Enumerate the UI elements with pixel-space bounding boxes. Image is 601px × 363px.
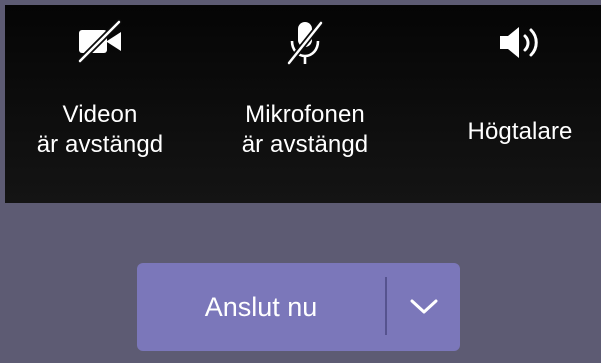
join-options-dropdown-button[interactable] <box>387 263 460 351</box>
video-off-icon <box>77 19 122 64</box>
speaker-toggle-button[interactable]: Högtalare <box>425 5 601 203</box>
video-toggle-button[interactable]: Videon är avstängd <box>5 5 195 203</box>
join-now-button[interactable]: Anslut nu <box>137 263 385 351</box>
chevron-down-icon <box>410 299 437 314</box>
video-status-line-1: Videon <box>62 101 138 128</box>
microphone-status-line-2: är avstängd <box>241 131 369 158</box>
microphone-off-icon <box>286 20 324 66</box>
video-status-label: Videon är avstängd <box>5 100 195 160</box>
device-settings-bar: Videon är avstängd Mikrofonen är avstäng… <box>5 5 601 203</box>
microphone-status-label: Mikrofonen är avstängd <box>210 100 400 160</box>
microphone-status-line-1: Mikrofonen <box>245 101 365 128</box>
speaker-label: Högtalare <box>467 118 573 145</box>
microphone-toggle-button[interactable]: Mikrofonen är avstängd <box>210 5 400 203</box>
speaker-icon <box>500 27 538 58</box>
prejoin-screen: Videon är avstängd Mikrofonen är avstäng… <box>5 5 601 363</box>
join-button-group: Anslut nu <box>137 263 460 351</box>
video-status-line-2: är avstängd <box>36 131 164 158</box>
